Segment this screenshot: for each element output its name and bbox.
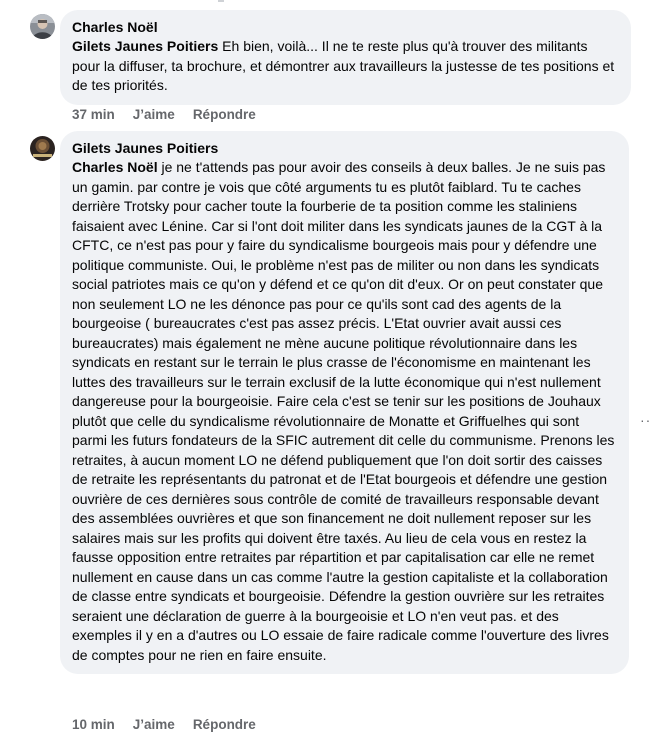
comment-author[interactable]: Gilets Jaunes Poitiers (72, 139, 617, 157)
reply-button[interactable]: Répondre (193, 717, 256, 732)
comment-bubble: Gilets Jaunes Poitiers Charles Noël je n… (60, 131, 629, 674)
user-photo-avatar-icon (30, 14, 55, 39)
comment-author[interactable]: Charles Noël (72, 18, 619, 36)
mention-link[interactable]: Gilets Jaunes Poitiers (72, 38, 218, 54)
more-options-icon[interactable]: ··· (640, 413, 653, 427)
comment-actions: 10 min J’aime Répondre (72, 717, 256, 732)
comment-text: Charles Noël je ne t'attends pas pour av… (72, 158, 617, 665)
comment-time[interactable]: 10 min (72, 717, 115, 732)
comment-time[interactable]: 37 min (72, 107, 115, 122)
author-avatar[interactable] (30, 136, 55, 161)
like-button[interactable]: J’aime (133, 107, 175, 122)
like-button[interactable]: J’aime (133, 717, 175, 732)
comment-text: Gilets Jaunes Poitiers Eh bien, voilà...… (72, 37, 619, 96)
comment-actions: 37 min J’aime Répondre (72, 107, 256, 122)
author-avatar[interactable] (30, 14, 55, 39)
scroll-divider (218, 0, 224, 2)
group-logo-avatar-icon (30, 136, 55, 161)
comment-body: je ne t'attends pas pour avoir des conse… (72, 159, 615, 663)
comment-bubble: Charles Noël Gilets Jaunes Poitiers Eh b… (60, 10, 631, 105)
mention-link[interactable]: Charles Noël (72, 159, 158, 175)
reply-button[interactable]: Répondre (193, 107, 256, 122)
